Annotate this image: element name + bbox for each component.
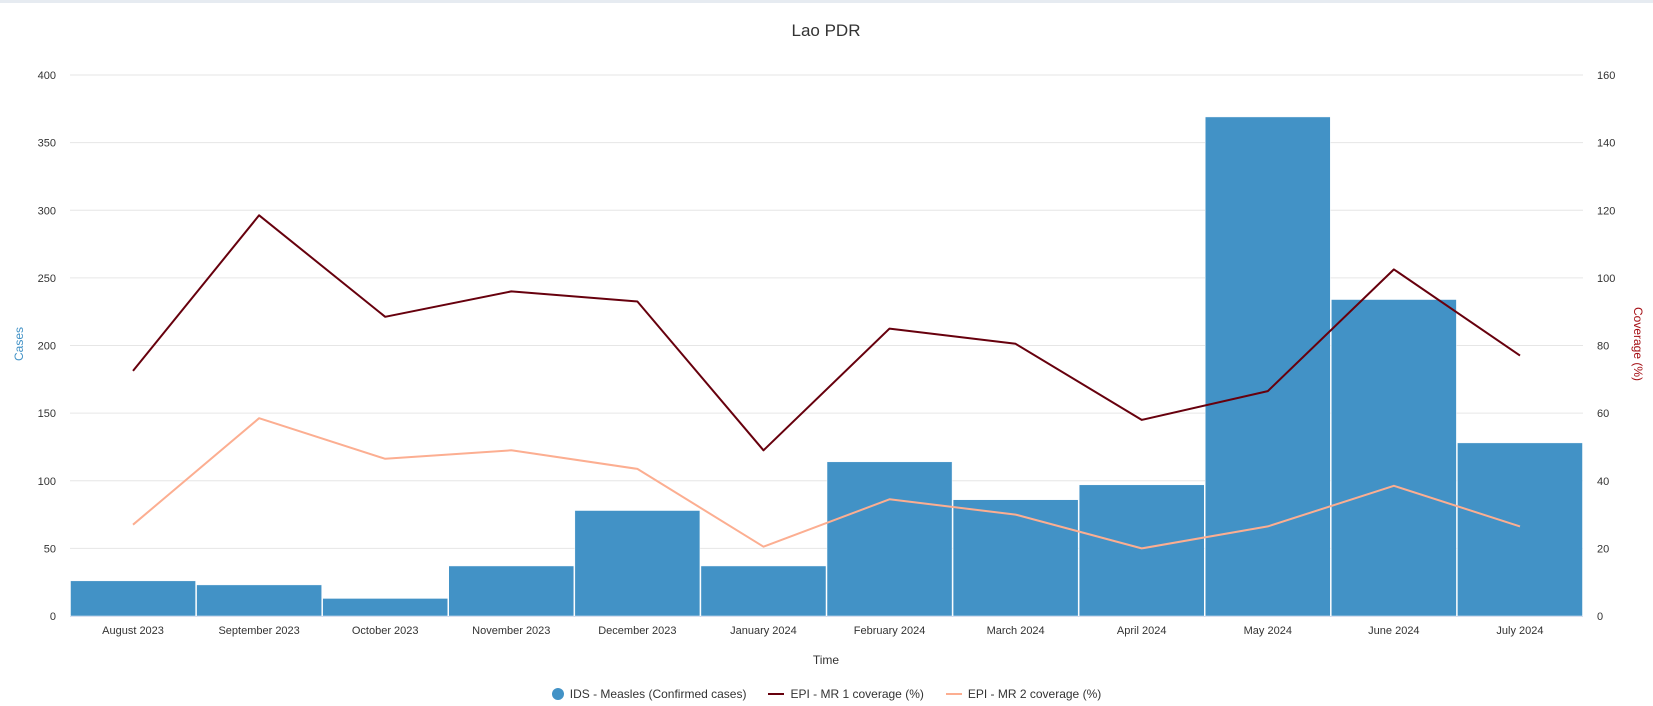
bar (1205, 116, 1331, 617)
chart: 0 50 100 150 200 250 300 350 400 0 20 40 60 80 100 120… (12, 21, 1645, 667)
x-tick-label: June 2024 (1368, 625, 1419, 637)
bar (1457, 442, 1583, 617)
bar (70, 580, 196, 617)
bar (1078, 484, 1205, 617)
y-tick-label: 250 (38, 273, 56, 285)
y-tick-label: 350 (38, 138, 56, 150)
x-tick-label: November 2023 (472, 625, 550, 637)
bar (1331, 299, 1457, 617)
x-axis-title: Time (813, 653, 840, 667)
y2-tick-label: 20 (1597, 543, 1609, 555)
y-tick-label: 100 (38, 476, 56, 488)
y-tick-label: 0 (50, 611, 56, 623)
y2-tick-label: 60 (1597, 408, 1609, 420)
bar (448, 565, 575, 617)
x-tick-label: April 2024 (1117, 625, 1167, 637)
x-tick-label: July 2024 (1496, 625, 1543, 637)
x-axis-ticks: August 2023 September 2023 October 2023 Nov… (102, 625, 1543, 637)
y-tick-label: 150 (38, 408, 56, 420)
bar (952, 499, 1079, 617)
y2-tick-label: 40 (1597, 476, 1609, 488)
x-tick-label: September 2023 (218, 625, 299, 637)
x-tick-label: February 2024 (854, 625, 926, 637)
legend-marker-circle-icon (551, 688, 564, 700)
legend-item-mr1[interactable]: EPI - MR 1 coverage (%) (768, 687, 924, 701)
legend-marker-line-icon (768, 693, 785, 695)
y2-tick-label: 0 (1597, 611, 1603, 623)
y-tick-label: 400 (38, 70, 56, 82)
bars (70, 116, 1583, 617)
legend-label: EPI - MR 1 coverage (%) (790, 687, 924, 701)
x-tick-label: May 2024 (1244, 625, 1292, 637)
bar (574, 510, 701, 617)
y2-tick-label: 120 (1597, 205, 1615, 217)
y2-axis-ticks: 0 20 40 60 80 100 120 140 160 (1597, 70, 1615, 623)
y-tick-label: 200 (38, 341, 56, 353)
bar (826, 461, 953, 617)
bar (196, 584, 322, 617)
y-axis-title: Cases (12, 327, 26, 361)
x-tick-label: January 2024 (730, 625, 797, 637)
x-tick-label: October 2023 (352, 625, 419, 637)
legend-label: IDS - Measles (Confirmed cases) (569, 687, 747, 701)
y-tick-label: 50 (44, 543, 56, 555)
y-axis-ticks: 0 50 100 150 200 250 300 350 400 (38, 70, 56, 623)
bar (700, 565, 827, 617)
bar (322, 598, 448, 617)
x-tick-label: August 2023 (102, 625, 164, 637)
y-tick-label: 300 (38, 205, 56, 217)
legend-item-mr2[interactable]: EPI - MR 2 coverage (%) (945, 687, 1102, 701)
chart-title: Lao PDR (792, 21, 861, 40)
y2-tick-label: 100 (1597, 273, 1615, 285)
x-tick-label: March 2024 (987, 625, 1045, 637)
y2-tick-label: 140 (1597, 138, 1615, 150)
y2-axis-title: Coverage (%) (1631, 307, 1645, 381)
legend-label: EPI - MR 2 coverage (%) (967, 687, 1102, 701)
legend-item-measles[interactable]: IDS - Measles (Confirmed cases) (551, 687, 747, 701)
x-tick-label: December 2023 (598, 625, 676, 637)
y2-tick-label: 160 (1597, 70, 1615, 82)
legend-marker-line-icon (945, 693, 962, 695)
y2-tick-label: 80 (1597, 341, 1609, 353)
legend: IDS - Measles (Confirmed cases) EPI - MR… (0, 684, 1653, 704)
